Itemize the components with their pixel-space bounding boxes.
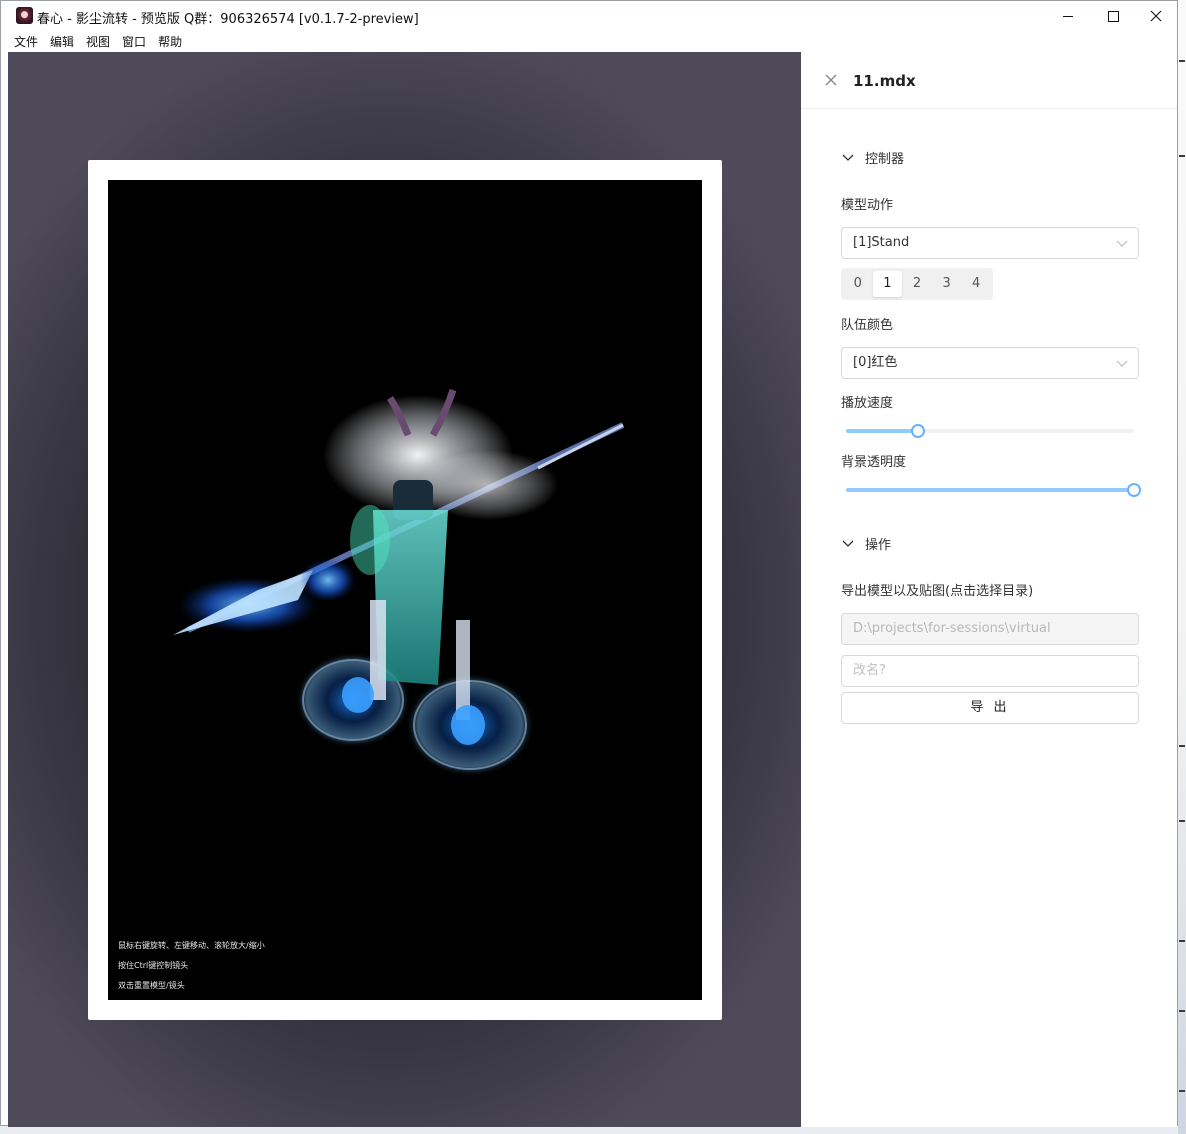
team-color-label: 队伍颜色: [841, 318, 894, 333]
minimize-icon: [1063, 15, 1073, 17]
section-controller-title: 控制器: [865, 152, 905, 167]
export-button[interactable]: 导 出: [841, 692, 1139, 724]
title-bar: 春心 - 影尘流转 - 预览版 Q群：906326574 [v0.1.7-2-p…: [1, 1, 1177, 31]
chevron-down-icon: [1116, 240, 1128, 247]
export-path-input[interactable]: D:\projects\for-sessions\virtual: [841, 613, 1139, 645]
slider-track: [846, 488, 1134, 492]
team-color-select-value: [0]红色: [853, 355, 898, 370]
animation-select-value: [1]Stand: [853, 235, 910, 250]
app-logo-icon: [16, 7, 33, 24]
menu-file[interactable]: 文件: [14, 31, 44, 52]
canvas-frame: 鼠标右键旋转、左键移动、滚轮放大/缩小 按住Ctrl键控制镜头 双击重置模型/镜…: [88, 160, 722, 1020]
properties-panel: 11.mdx 控制器 模型动作 [1]Stand 0 1 2 3 4 队伍颜色 …: [801, 52, 1177, 1127]
variant-option-3[interactable]: 3: [932, 271, 962, 297]
menu-edit[interactable]: 编辑: [50, 31, 80, 52]
speed-slider[interactable]: [846, 424, 1134, 438]
rename-input[interactable]: 改名?: [841, 655, 1139, 687]
slider-handle[interactable]: [911, 424, 925, 438]
slider-track: [846, 429, 918, 433]
panel-header: 11.mdx: [801, 52, 1177, 109]
hint-line: 按住Ctrl键控制镜头: [118, 961, 189, 970]
close-panel-icon[interactable]: [823, 72, 839, 88]
menu-view[interactable]: 视图: [86, 31, 116, 52]
chevron-down-icon: [1116, 360, 1128, 367]
background-window-edge: [1178, 0, 1186, 1134]
team-color-select[interactable]: [0]红色: [841, 347, 1139, 379]
menu-help[interactable]: 帮助: [158, 31, 188, 52]
chevron-down-icon: [842, 540, 854, 547]
variant-option-1[interactable]: 1: [872, 271, 903, 297]
close-window-button[interactable]: [1133, 1, 1179, 31]
variant-option-0[interactable]: 0: [843, 271, 873, 297]
menu-bar: 文件 编辑 视图 窗口 帮助: [1, 31, 1177, 52]
section-operations-title: 操作: [865, 538, 892, 553]
section-operations-header[interactable]: 操作: [841, 534, 891, 553]
model-canvas[interactable]: 鼠标右键旋转、左键移动、滚轮放大/缩小 按住Ctrl键控制镜头 双击重置模型/镜…: [108, 180, 702, 1000]
model-viewport[interactable]: 鼠标右键旋转、左键移动、滚轮放大/缩小 按住Ctrl键控制镜头 双击重置模型/镜…: [8, 52, 801, 1127]
menu-window[interactable]: 窗口: [122, 31, 152, 52]
section-controller-header[interactable]: 控制器: [841, 148, 904, 167]
maximize-icon: [1107, 10, 1119, 22]
variant-option-2[interactable]: 2: [902, 271, 932, 297]
chevron-down-icon: [842, 154, 854, 161]
bg-opacity-label: 背景透明度: [841, 455, 907, 470]
variant-option-4[interactable]: 4: [961, 271, 991, 297]
hint-line: 双击重置模型/镜头: [118, 981, 185, 990]
maximize-button[interactable]: [1090, 1, 1136, 31]
bg-opacity-slider[interactable]: [846, 483, 1141, 497]
window-title: 春心 - 影尘流转 - 预览版 Q群：906326574 [v0.1.7-2-p…: [37, 12, 419, 27]
close-icon: [1150, 10, 1162, 22]
minimize-button[interactable]: [1045, 1, 1091, 31]
slider-handle[interactable]: [1127, 483, 1141, 497]
variant-segmented-control: 0 1 2 3 4: [841, 268, 993, 300]
hint-line: 鼠标右键旋转、左键移动、滚轮放大/缩小: [118, 941, 265, 950]
animation-select[interactable]: [1]Stand: [841, 227, 1139, 259]
export-label: 导出模型以及贴图(点击选择目录): [841, 584, 1034, 599]
model-render: [173, 388, 625, 777]
app-window: 春心 - 影尘流转 - 预览版 Q群：906326574 [v0.1.7-2-p…: [0, 0, 1178, 1127]
speed-label: 播放速度: [841, 396, 894, 411]
animation-label: 模型动作: [841, 198, 894, 213]
file-name: 11.mdx: [853, 72, 916, 90]
